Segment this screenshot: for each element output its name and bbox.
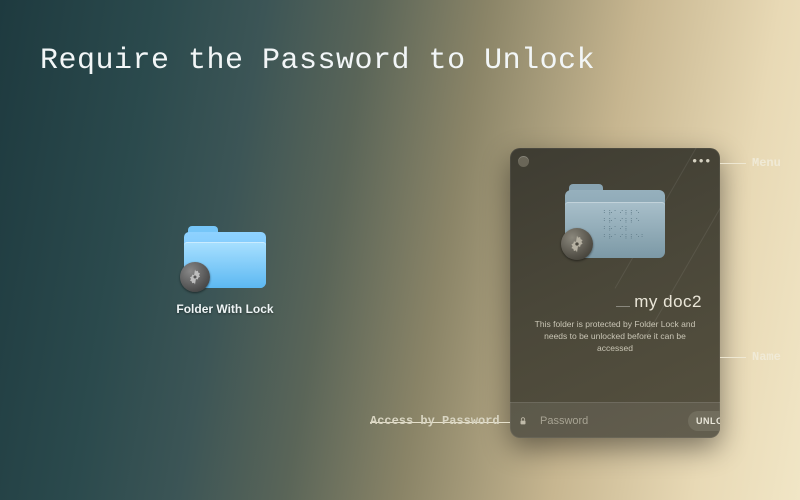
lock-icon: [518, 415, 528, 427]
page-title: Require the Password to Unlock: [40, 44, 595, 78]
callout-access: Access by Password: [370, 414, 500, 428]
gear-icon: [561, 228, 593, 260]
close-icon[interactable]: [518, 156, 529, 167]
callout-name: Name: [752, 350, 781, 364]
folder-name: my doc2: [634, 292, 702, 312]
unlock-button-label: UNLOCK: [696, 416, 720, 426]
dialog-folder-icon: ⠃⠗⠁⠊⠇⠇⠑⠃⠗⠁⠊⠇⠇⠑⠃⠗⠁⠊⠇⠃⠗⠁⠊⠇⠇⠑⠃: [565, 184, 665, 258]
callout-menu: Menu: [752, 156, 781, 170]
callout-line: [720, 163, 746, 164]
menu-button[interactable]: •••: [692, 156, 712, 166]
gear-icon: [180, 262, 210, 292]
dialog-description: This folder is protected by Folder Lock …: [524, 318, 706, 354]
folder-icon: [184, 226, 266, 288]
password-input[interactable]: [540, 415, 682, 427]
unlock-button[interactable]: UNLOCK ➜: [688, 411, 720, 431]
unlock-dialog: ••• ⠃⠗⠁⠊⠇⠇⠑⠃⠗⠁⠊⠇⠇⠑⠃⠗⠁⠊⠇⠃⠗⠁⠊⠇⠇⠑⠃ my doc2 …: [510, 148, 720, 438]
folder-caption: Folder With Lock: [170, 302, 280, 316]
folder-with-lock[interactable]: Folder With Lock: [170, 226, 280, 316]
callout-line: [720, 357, 746, 358]
